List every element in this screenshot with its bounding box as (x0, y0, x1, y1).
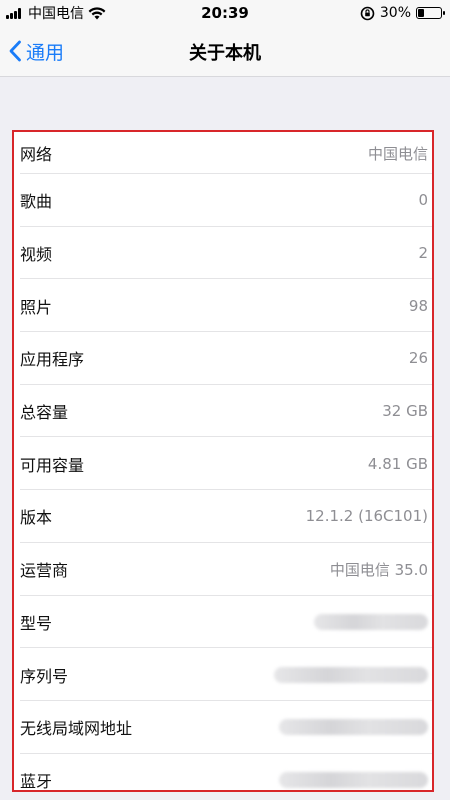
list-item[interactable]: 型号 (14, 596, 432, 649)
redacted-value (274, 666, 428, 683)
redacted-value (314, 613, 428, 630)
row-value: 32 GB (382, 402, 428, 421)
row-label: 型号 (20, 613, 53, 633)
row-label: 版本 (20, 508, 53, 528)
row-label: 可用容量 (20, 455, 85, 475)
row-label: 歌曲 (20, 192, 53, 212)
about-info-list: 网络 中国电信歌曲 0 视频 2 照片 98 应用程序 26 总容量 32 GB 可用容量 4.81 G… (12, 130, 434, 792)
redacted-value (279, 719, 428, 736)
status-left: 中国电信 (0, 3, 106, 23)
row-value: 26 (408, 349, 428, 368)
page-title: 关于本机 (189, 43, 261, 64)
row-label: 总容量 (20, 403, 69, 423)
row-label: 照片 (20, 297, 53, 317)
list-item[interactable]: 应用程序 26 (14, 332, 432, 385)
list-item[interactable]: 歌曲 0 (14, 174, 432, 227)
orientation-lock-icon (360, 6, 375, 20)
status-bar: 中国电信 20:39 30% (0, 0, 450, 26)
list-item[interactable]: 总容量 32 GB (14, 385, 432, 438)
list-item[interactable]: 蓝牙 (14, 754, 432, 791)
battery-icon (416, 7, 445, 19)
row-value: 98 (408, 296, 428, 315)
row-value: 4.81 GB (367, 454, 428, 473)
list-item[interactable]: 版本 12.1.2 (16C101) (14, 490, 432, 543)
row-value: 0 (418, 191, 428, 210)
signal-icon (6, 7, 21, 19)
row-label: 无线局域网地址 (20, 719, 133, 739)
row-label: 视频 (20, 245, 53, 265)
row-value: 中国电信 35.0 (329, 560, 428, 579)
row-value: 中国电信 (367, 144, 428, 163)
carrier-label: 中国电信 (28, 6, 84, 22)
row-value: 12.1.2 (16C101) (305, 507, 428, 526)
row-value: 2 (418, 244, 428, 263)
list-item[interactable]: 无线局域网地址 (14, 701, 432, 754)
battery-percent: 30% (379, 5, 411, 21)
redacted-value (279, 771, 428, 788)
list-item[interactable]: 视频 2 (14, 227, 432, 280)
list-item[interactable]: 运营商 中国电信 35.0 (14, 543, 432, 596)
row-label: 蓝牙 (20, 771, 53, 791)
status-right: 30% (360, 5, 450, 21)
list-item[interactable]: 照片 98 (14, 279, 432, 332)
row-label: 序列号 (20, 666, 69, 686)
wifi-icon (88, 6, 106, 19)
list-item[interactable]: 序列号 (14, 648, 432, 701)
row-label: 运营商 (20, 561, 69, 581)
list-item[interactable]: 网络 中国电信 (14, 132, 432, 174)
row-label: 网络 (20, 145, 53, 164)
battery-level-fill (418, 9, 424, 17)
list-item[interactable]: 可用容量 4.81 GB (14, 437, 432, 490)
navigation-bar: 通用 关于本机 (0, 26, 450, 77)
row-label: 应用程序 (20, 350, 85, 370)
